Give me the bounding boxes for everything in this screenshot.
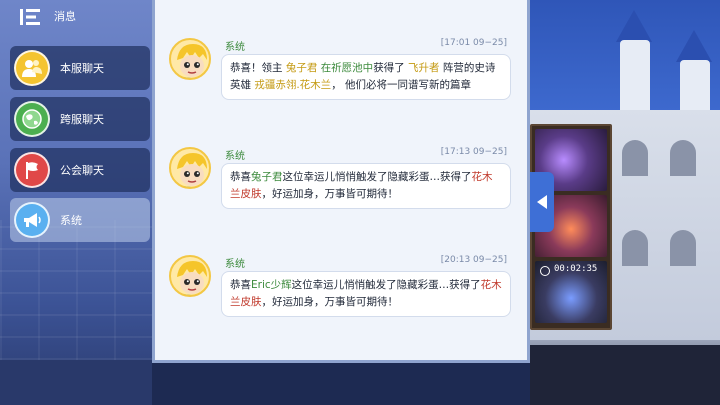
message-sender: 系统	[225, 42, 245, 53]
castle-window	[670, 230, 696, 266]
megaphone-icon	[14, 202, 50, 238]
tower-roof	[616, 10, 652, 42]
highlighted-text: 兔子君	[251, 171, 283, 183]
message-sender: 系统	[225, 151, 245, 162]
globe-icon	[14, 101, 50, 137]
tab-label: 公会聊天	[60, 164, 104, 177]
tab-cross-server-chat[interactable]: 跨服聊天	[10, 97, 150, 141]
message-sender: 系统	[225, 259, 245, 270]
message-time: [17:01 09−25]	[440, 38, 507, 48]
page-title: 消息	[54, 10, 76, 23]
collapse-panel-button[interactable]	[530, 172, 554, 232]
message-text: 获得了	[373, 62, 409, 74]
castle-window	[622, 140, 648, 176]
highlighted-text: 戎疆赤翎.花木兰	[254, 79, 332, 91]
message-time: [17:13 09−25]	[440, 147, 507, 157]
message-text: 恭喜	[230, 279, 251, 291]
message-text: 恭喜！领主	[230, 62, 286, 74]
tab-system[interactable]: 系统	[10, 198, 150, 242]
message-text: 这位幸运儿悄悄触发了隐藏彩蛋…获得了	[282, 171, 472, 183]
tab-label: 本服聊天	[60, 62, 104, 75]
message-text: ，好运加身，万事皆可期待！	[261, 188, 399, 200]
message-bubble: 恭喜兔子君这位幸运儿悄悄触发了隐藏彩蛋…获得了花木兰皮肤，好运加身，万事皆可期待…	[221, 163, 511, 209]
panel-footer	[152, 363, 530, 405]
message-text: 恭喜	[230, 171, 251, 183]
message-bubble: 恭喜！领主 兔子君 在祈愿池中获得了 飞升者 阵营的史诗英雄 戎疆赤翎.花木兰，…	[221, 54, 511, 100]
people-icon	[14, 50, 50, 86]
tower-roof	[676, 30, 712, 62]
highlighted-text: 兔子君	[285, 62, 318, 74]
message-bubble: 恭喜Eric少辉这位幸运儿悄悄触发了隐藏彩蛋…获得了花木兰皮肤，好运加身，万事皆…	[221, 271, 511, 317]
tab-local-chat[interactable]: 本服聊天	[10, 46, 150, 90]
message-text: ，好运加身，万事皆可期待！	[261, 296, 399, 308]
castle-window	[670, 140, 696, 176]
chat-panel[interactable]: 系统 [17:01 09−25] 恭喜！领主 兔子君 在祈愿池中获得了 飞升者 …	[152, 0, 530, 363]
triangle-left-icon	[537, 195, 547, 209]
tab-guild-chat[interactable]: 公会聊天	[10, 148, 150, 192]
video-duration: 00:02:35	[554, 264, 598, 274]
avatar[interactable]	[169, 255, 211, 297]
flag-icon	[14, 152, 50, 188]
clock-icon	[540, 266, 550, 276]
message-time: [20:13 09−25]	[440, 255, 507, 265]
floor	[0, 360, 152, 405]
menu-icon	[20, 9, 40, 25]
menu-toggle-button[interactable]	[18, 6, 44, 28]
tab-label: 系统	[60, 214, 82, 227]
highlighted-text: 在祈愿池中	[320, 62, 374, 74]
message-text: 这位幸运儿悄悄触发了隐藏彩蛋…获得了	[291, 279, 481, 291]
highlighted-text: Eric少辉	[251, 279, 292, 291]
castle-window	[622, 230, 648, 266]
message-text: ， 他们必将一同谱写新的篇章	[331, 79, 472, 91]
tower	[620, 40, 650, 120]
tab-label: 跨服聊天	[60, 113, 104, 126]
highlighted-text: 飞升者	[408, 62, 440, 74]
avatar[interactable]	[169, 147, 211, 189]
ground	[530, 345, 720, 405]
avatar[interactable]	[169, 38, 211, 80]
